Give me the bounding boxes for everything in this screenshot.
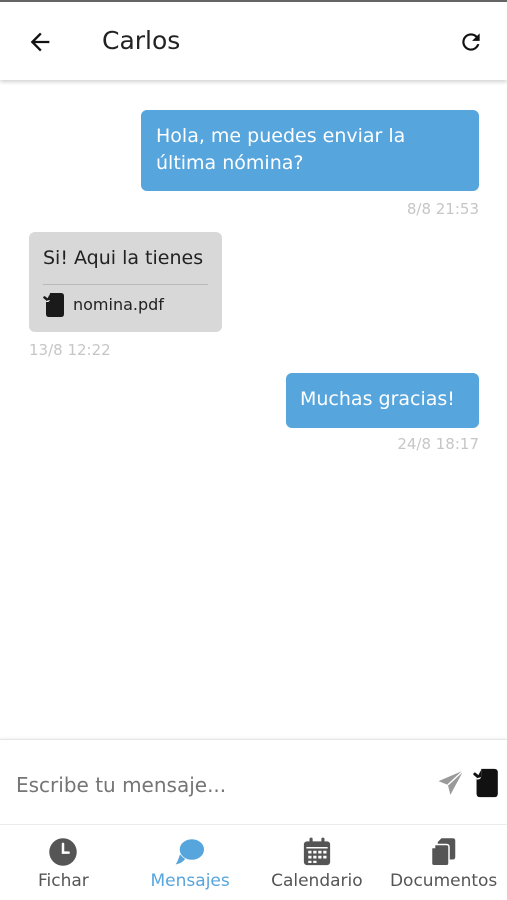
- chat-screen: Carlos Hola, me puedes enviar la última …: [0, 0, 507, 900]
- message-bubble-sent: Muchas gracias!: [286, 373, 479, 428]
- send-icon: [438, 769, 465, 795]
- nav-item-calendario[interactable]: Calendario: [254, 825, 381, 900]
- attach-file-icon: [473, 768, 498, 798]
- calendar-icon: [303, 837, 330, 866]
- attachment-divider: [43, 284, 208, 285]
- message-text: Hola, me puedes enviar la última nómina?: [156, 125, 406, 174]
- bottom-navigation: Fichar Mensajes Calendario Documentos: [0, 824, 507, 900]
- message-timestamp: 8/8 21:53: [406, 200, 479, 218]
- chat-icon: [175, 838, 205, 865]
- message-text: Si! Aqui la tienes: [43, 247, 204, 269]
- nav-label: Mensajes: [150, 871, 230, 891]
- file-icon: [43, 292, 64, 317]
- nav-label: Fichar: [37, 871, 89, 891]
- attach-file-button[interactable]: [473, 768, 499, 798]
- arrow-left-icon: [30, 32, 50, 52]
- nav-label: Calendario: [271, 871, 363, 891]
- refresh-icon: [462, 33, 480, 51]
- nav-item-mensajes[interactable]: Mensajes: [127, 825, 254, 900]
- send-button[interactable]: [436, 768, 466, 798]
- message-text: Muchas gracias!: [300, 388, 455, 410]
- nav-label: Documentos: [389, 871, 498, 891]
- message-input[interactable]: [14, 764, 418, 806]
- attachment-link[interactable]: nomina.pdf: [43, 291, 208, 318]
- clock-icon: [49, 838, 78, 866]
- message-timestamp: 13/8 12:22: [29, 341, 111, 359]
- app-bar: Carlos: [0, 2, 507, 80]
- message-composer: [0, 739, 507, 824]
- attachment-name: nomina.pdf: [73, 295, 164, 314]
- message-list[interactable]: Hola, me puedes enviar la última nómina?…: [0, 82, 507, 738]
- message-timestamp: 24/8 18:17: [397, 435, 479, 453]
- message-bubble-sent: Hola, me puedes enviar la última nómina?: [141, 110, 479, 191]
- documents-icon: [430, 838, 455, 867]
- back-button[interactable]: [20, 22, 60, 62]
- nav-item-fichar[interactable]: Fichar: [0, 825, 127, 900]
- refresh-button[interactable]: [453, 24, 489, 60]
- page-title: Carlos: [102, 26, 181, 55]
- message-bubble-received: Si! Aqui la tienes nomina.pdf: [29, 232, 222, 332]
- nav-item-documentos[interactable]: Documentos: [380, 825, 507, 900]
